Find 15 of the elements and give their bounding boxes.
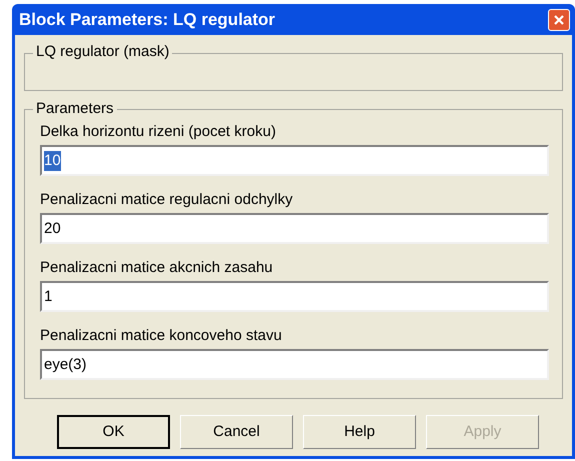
- input-field[interactable]: 1: [40, 281, 549, 312]
- input-field[interactable]: 10: [40, 145, 549, 176]
- window-title: Block Parameters: LQ regulator: [19, 8, 276, 31]
- dialog-button[interactable]: Cancel: [180, 415, 293, 449]
- close-button[interactable]: [548, 8, 570, 30]
- input-field[interactable]: 20: [40, 213, 549, 244]
- input-field[interactable]: eye(3): [40, 349, 549, 380]
- field-label: Penalizacni matice akcnich zasahu: [40, 258, 274, 278]
- close-icon: [553, 14, 565, 26]
- field-label: Penalizacni matice koncoveho stavu: [40, 326, 283, 346]
- field-label: Penalizacni matice regulacni odchylky: [40, 190, 294, 210]
- field-label: Delka horizontu rizeni (pocet kroku): [40, 122, 277, 142]
- group-title: LQ regulator (mask): [33, 42, 172, 62]
- dialog-button[interactable]: Help: [303, 415, 416, 449]
- dialog-button[interactable]: OK: [57, 415, 170, 449]
